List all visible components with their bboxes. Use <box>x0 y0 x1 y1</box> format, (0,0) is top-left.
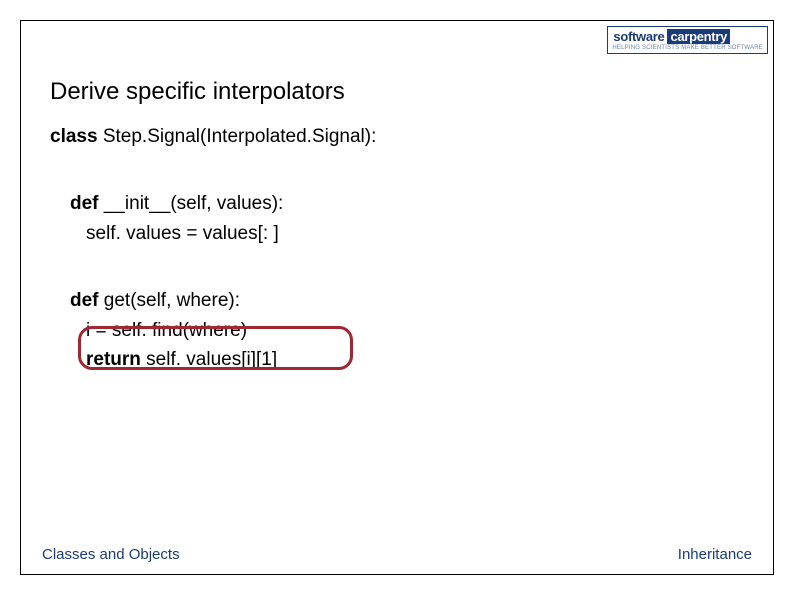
code-line-init-def: def __init__(self, values): <box>50 189 744 218</box>
slide-title: Derive specific interpolators <box>50 78 345 106</box>
code-block: class Step.Signal(Interpolated.Signal): … <box>50 122 744 375</box>
get-signature: get(self, where): <box>99 290 241 311</box>
footer-left: Classes and Objects <box>42 546 180 563</box>
return-expr: self. values[i][1] <box>141 349 277 370</box>
keyword-return: return <box>86 349 141 370</box>
keyword-def: def <box>70 193 99 214</box>
code-line-get-body1: i = self. find(where) <box>50 316 744 345</box>
code-line-get-body2: return self. values[i][1] <box>50 345 744 374</box>
keyword-class: class <box>50 126 98 147</box>
keyword-def: def <box>70 290 99 311</box>
class-declaration: Step.Signal(Interpolated.Signal): <box>98 126 377 147</box>
footer-right: Inheritance <box>678 546 752 563</box>
logo-text-software: software <box>612 29 667 44</box>
software-carpentry-logo: software carpentry HELPING SCIENTISTS MA… <box>607 26 768 54</box>
logo-subtitle: HELPING SCIENTISTS MAKE BETTER SOFTWARE <box>612 44 763 51</box>
logo-text-carpentry: carpentry <box>667 29 730 44</box>
code-line-get-def: def get(self, where): <box>50 286 744 315</box>
code-line-class: class Step.Signal(Interpolated.Signal): <box>50 122 744 151</box>
init-signature: __init__(self, values): <box>99 193 284 214</box>
code-line-init-body: self. values = values[: ] <box>50 219 744 248</box>
